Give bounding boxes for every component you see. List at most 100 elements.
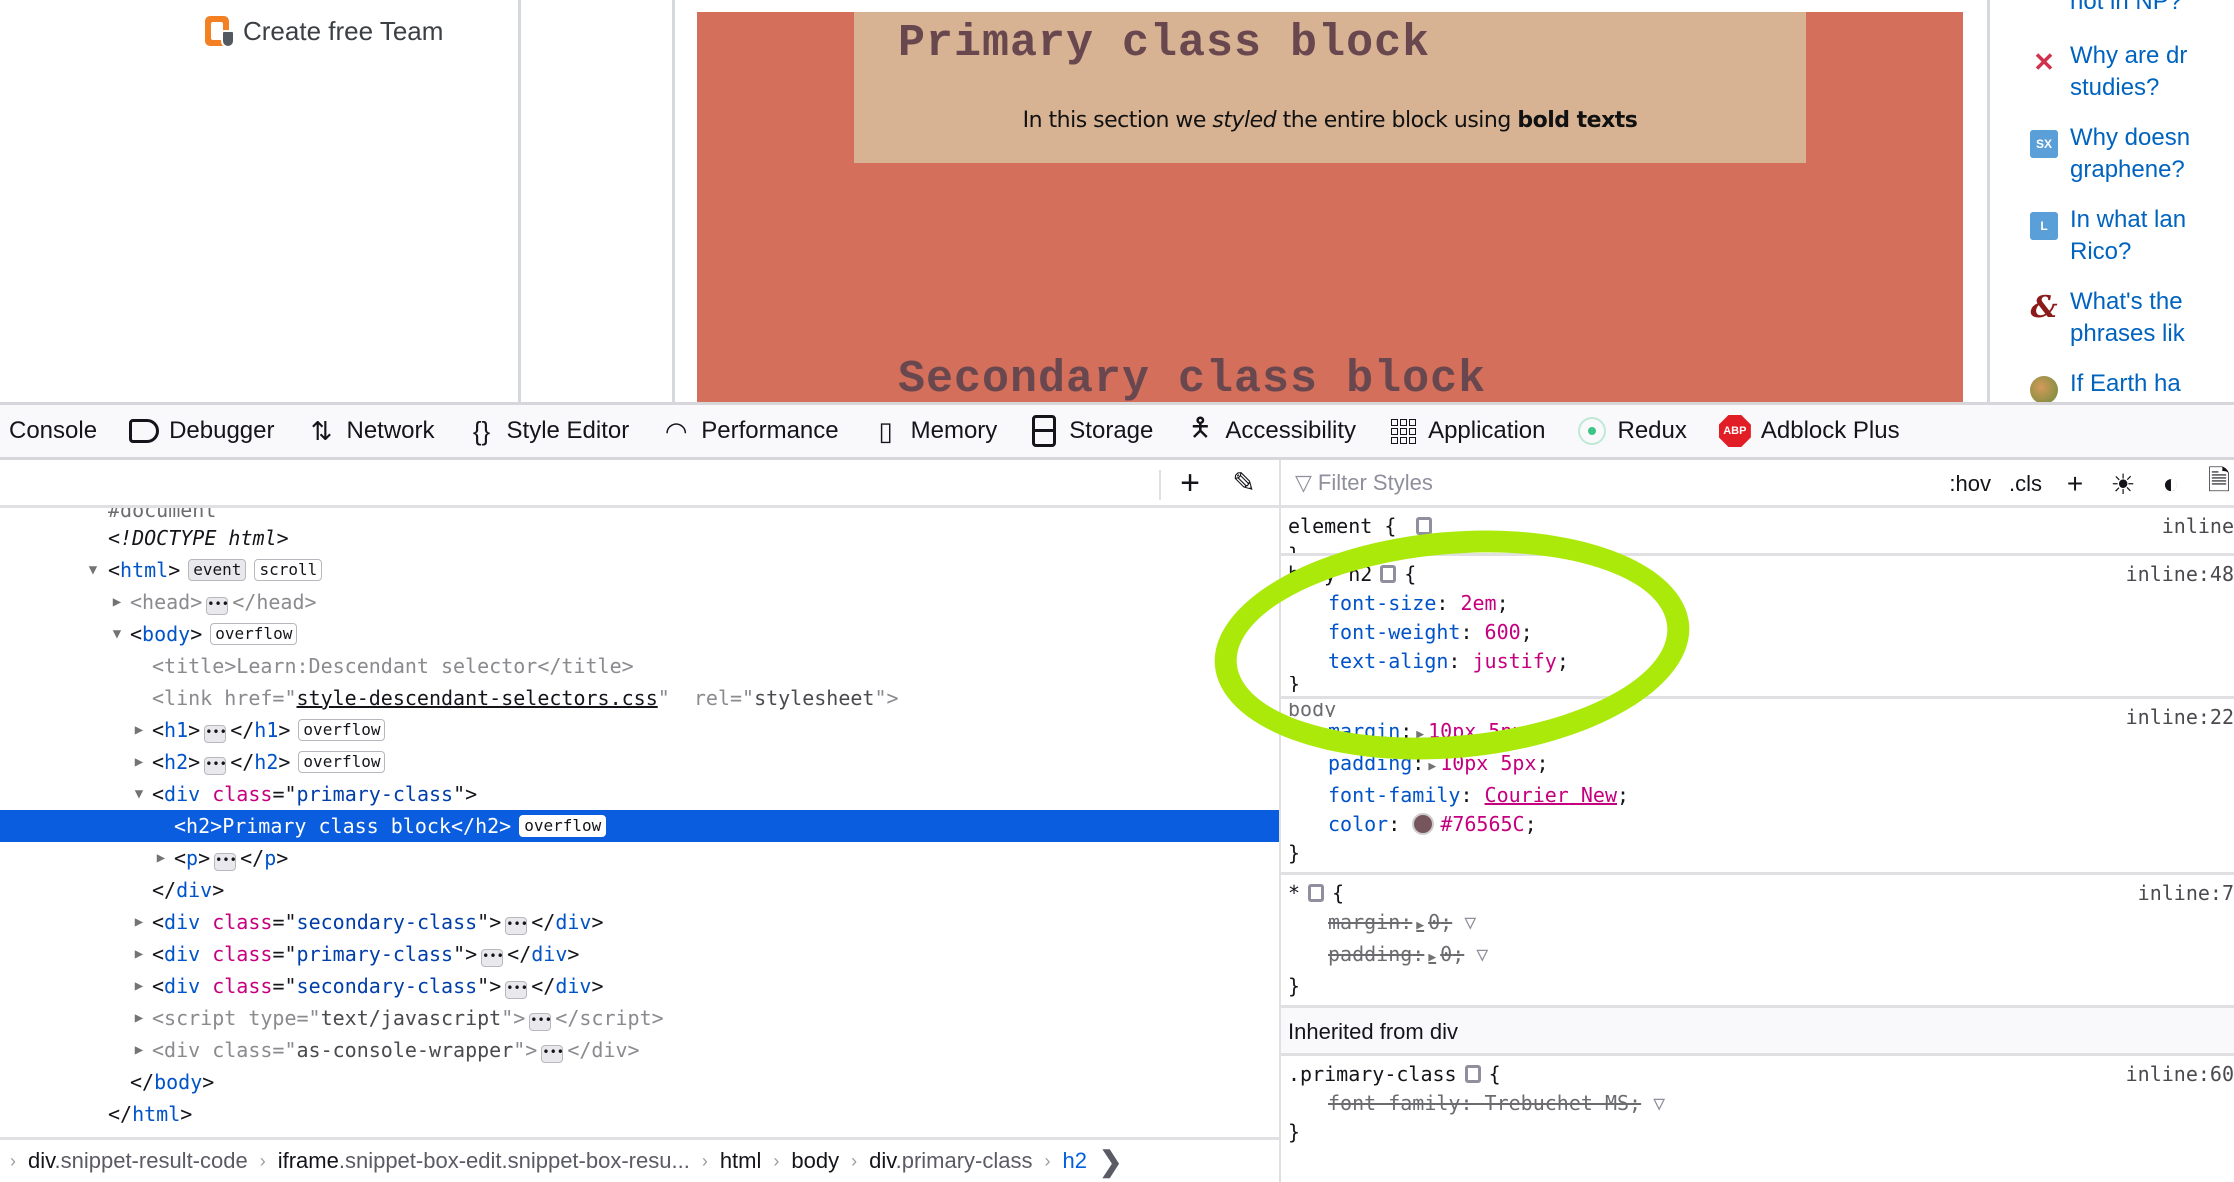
overflow-badge[interactable]: overflow [298,719,386,741]
tree-row-div-primary[interactable]: ▶ <div class="primary-class"> ••• </div> [0,938,1279,970]
scroll-badge[interactable]: scroll [254,559,323,581]
overridden-declaration[interactable]: margin: ▶ 0; ▽ [1288,908,2234,940]
tree-row-body[interactable]: ▼ <body> overflow [0,618,1279,650]
rule-source-link[interactable]: inline:22 [2126,703,2234,732]
expand-toggle[interactable]: ▶ [132,746,146,778]
breadcrumb-item-current[interactable]: h2 [1063,1148,1087,1174]
tree-row-script[interactable]: ▶ <script type="text/javascript"> ••• </scr… [0,1002,1279,1034]
expand-toggle[interactable]: ▶ [110,586,124,618]
tree-row-div-secondary[interactable]: ▶ <div class="secondary-class"> ••• </div> [0,906,1279,938]
tree-row-div-close[interactable]: </div> [0,874,1279,906]
expand-ellipsis[interactable]: ••• [541,1045,564,1063]
eyedropper-button[interactable]: ✎ [1226,466,1262,502]
overflow-badge[interactable]: overflow [519,815,607,837]
tree-row-body-close[interactable]: </body> [0,1066,1279,1098]
tree-row-head[interactable]: ▶ <head> ••• </head> [0,586,1279,618]
breadcrumb-item[interactable]: div.snippet-result-code [28,1148,248,1174]
tab-accessibility[interactable]: 🯅 Accessibility [1185,412,1356,446]
event-badge[interactable]: event [188,559,247,581]
expand-ellipsis[interactable]: ••• [204,725,227,743]
add-node-button[interactable]: + [1172,466,1208,502]
expand-ellipsis[interactable]: ••• [529,1013,552,1031]
declaration[interactable]: text-align: justify; [1288,647,2234,676]
color-swatch[interactable] [1412,813,1435,835]
expand-toggle[interactable]: ▶ [132,970,146,1002]
breadcrumb-item[interactable]: iframe.snippet-box-edit.snippet-box-resu… [278,1148,690,1174]
declaration[interactable]: color: #76565C; [1288,810,2234,839]
collapse-toggle[interactable]: ▼ [110,618,124,650]
breadcrumb-scroll-right[interactable]: ❯ [1099,1145,1122,1178]
light-theme-icon[interactable]: ☀ [2108,468,2138,501]
expand-shorthand-icon[interactable]: ▶ [1428,759,1436,774]
tree-row-console-wrapper[interactable]: ▶ <div class="as-console-wrapper"> ••• </di… [0,1034,1279,1066]
tree-row-html-close[interactable]: </html> [0,1098,1279,1130]
collapse-toggle[interactable]: ▼ [132,778,146,810]
declaration[interactable]: font-weight: 600; [1288,618,2234,647]
hot-question-link[interactable]: ✕ Why are dr studies? [2033,40,2234,122]
tab-debugger[interactable]: Debugger [129,416,274,446]
collapse-toggle[interactable]: ▼ [86,554,100,586]
breadcrumb-item[interactable]: body [791,1148,839,1174]
tab-storage[interactable]: Storage [1029,415,1153,447]
breadcrumb-item[interactable]: div.primary-class [869,1148,1032,1174]
node-highlight-icon[interactable] [1464,1065,1481,1083]
expand-ellipsis[interactable]: ••• [505,981,528,999]
stylesheet-link[interactable]: style-descendant-selectors.css [297,686,658,710]
tree-row-document[interactable]: #document [0,508,1279,522]
expand-toggle[interactable]: ▶ [154,842,168,874]
hot-question-link[interactable]: SX Why doesn graphene? [2030,122,2234,204]
add-rule-button[interactable]: + [2060,468,2090,500]
expand-ellipsis[interactable]: ••• [204,757,227,775]
overflow-badge[interactable]: overflow [298,751,386,773]
tab-performance[interactable]: ◠ Performance [661,416,839,446]
expand-toggle[interactable]: ▶ [132,1002,146,1034]
filter-icon[interactable]: ▽ [1476,942,1488,966]
declaration[interactable]: margin: ▶ 10px 5px; [1288,717,2234,749]
tab-network[interactable]: ⇅ Network [306,416,435,446]
node-highlight-icon[interactable] [1380,565,1397,583]
filter-icon[interactable]: ▽ [1653,1091,1665,1115]
tab-console[interactable]: Console [9,417,97,445]
expand-toggle[interactable]: ▶ [132,1034,146,1066]
declaration[interactable]: font-family: Courier New; [1288,781,2234,810]
hover-state-toggle[interactable]: :hov [1949,471,1991,497]
dark-theme-icon[interactable]: ◐ [2156,468,2186,500]
hot-question-link[interactable]: L In what lan Rico? [2030,204,2234,286]
tree-row-html[interactable]: ▼ <html> event scroll [0,554,1279,586]
expand-toggle[interactable]: ▶ [132,906,146,938]
filter-styles-input[interactable]: Filter Styles [1318,470,1433,496]
rule-source-link[interactable]: inline:48 [2126,560,2234,589]
declaration[interactable]: font-size: 2em; [1288,589,2234,618]
expand-ellipsis[interactable]: ••• [206,597,229,615]
tree-row-link[interactable]: <link href="style-descendant-selectors.c… [0,682,1279,714]
overridden-declaration[interactable]: font-family: Trebuchet MS; ▽ [1288,1089,2234,1118]
class-toggle[interactable]: .cls [2009,471,2042,497]
hot-question-link[interactable]: If Earth ha [2030,368,2234,402]
filter-icon[interactable]: ▽ [1464,910,1476,934]
expand-ellipsis[interactable]: ••• [481,949,504,967]
tree-row-div-primary[interactable]: ▼ <div class="primary-class"> [0,778,1279,810]
print-media-icon[interactable]: 🗎 [2204,460,2234,508]
hot-question-link[interactable]: not in NP? [2070,0,2234,40]
node-highlight-icon[interactable] [1416,517,1433,535]
tab-style-editor[interactable]: {} Style Editor [467,416,629,446]
tree-row-title[interactable]: <title>Learn:Descendant selector</title> [0,650,1279,682]
rule-source-link[interactable]: inline [2162,512,2234,541]
tree-row-p[interactable]: ▶ <p> ••• </p> [0,842,1279,874]
tab-redux[interactable]: Redux [1577,416,1687,446]
expand-ellipsis[interactable]: ••• [214,853,237,871]
expand-toggle[interactable]: ▶ [132,938,146,970]
hot-question-link[interactable]: & What's the phrases lik [2030,286,2234,368]
expand-shorthand-icon[interactable]: ▶ [1416,727,1424,742]
font-family-link[interactable]: Courier New [1485,783,1617,807]
tree-row-h1[interactable]: ▶ <h1> ••• </h1> overflow [0,714,1279,746]
overridden-declaration[interactable]: padding: ▶ 0; ▽ [1288,940,2234,972]
tree-row-doctype[interactable]: <!DOCTYPE html> [0,522,1279,554]
node-highlight-icon[interactable] [1308,884,1325,902]
breadcrumb-scroll-left[interactable]: › [10,1151,16,1172]
expand-ellipsis[interactable]: ••• [505,917,528,935]
tab-memory[interactable]: ▯ Memory [871,416,997,446]
create-free-team-link[interactable]: Create free Team [205,14,443,48]
tab-adblock-plus[interactable]: ABP Adblock Plus [1718,415,1900,447]
expand-toggle[interactable]: ▶ [132,714,146,746]
